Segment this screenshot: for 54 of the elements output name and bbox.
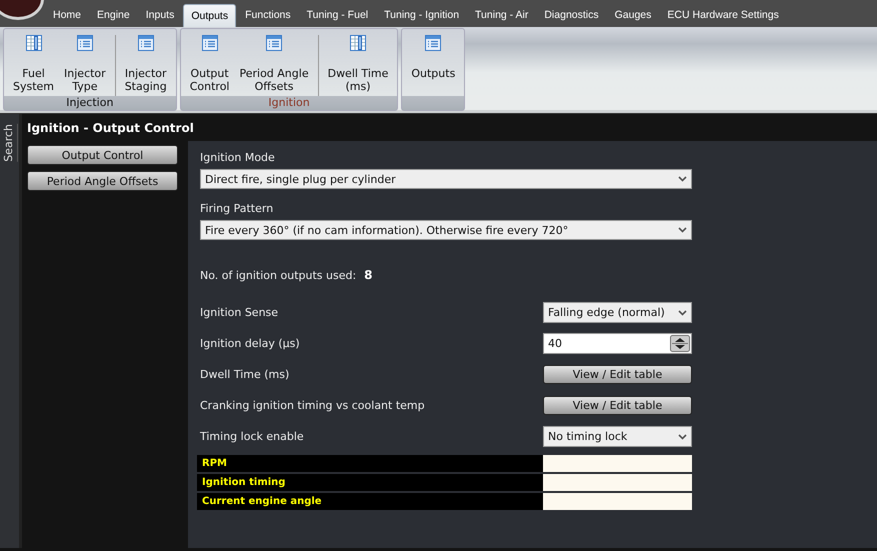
ribbon-button[interactable]: Fuel System bbox=[8, 35, 60, 96]
monitor-label: Ignition timing bbox=[197, 474, 543, 491]
number-field[interactable]: 40 bbox=[543, 333, 692, 354]
field-label: No. of ignition outputs used: bbox=[200, 268, 356, 282]
output-count: 8 bbox=[364, 268, 373, 282]
monitor-label: RPM bbox=[197, 455, 543, 472]
menu-tab[interactable]: Functions bbox=[238, 3, 298, 27]
chevron-icon bbox=[678, 434, 687, 440]
dropdown[interactable]: Falling edge (normal) bbox=[543, 302, 692, 323]
page-title: Ignition - Output Control bbox=[26, 120, 195, 137]
menu-tab[interactable]: Tuning - Air bbox=[468, 3, 536, 27]
menu-tab[interactable]: Inputs bbox=[138, 3, 182, 27]
nav-button[interactable]: Period Angle Offsets bbox=[27, 171, 178, 191]
chevron-icon bbox=[678, 176, 687, 182]
monitor-label: Current engine angle bbox=[197, 493, 543, 510]
chevron-icon bbox=[678, 310, 687, 316]
ribbon-button[interactable]: Output Control bbox=[184, 35, 234, 96]
group-label: Ignition bbox=[180, 96, 398, 110]
search-tab[interactable]: Search bbox=[2, 124, 18, 162]
field-label: Ignition Mode bbox=[200, 151, 276, 164]
field-label: Timing lock enable bbox=[200, 430, 304, 443]
field-label: Ignition Sense bbox=[200, 306, 278, 319]
field-label: Firing Pattern bbox=[200, 202, 274, 215]
ribbon-button[interactable]: Period Angle Offsets bbox=[234, 35, 314, 96]
menu-tab[interactable]: Tuning - Ignition bbox=[377, 3, 466, 27]
list-icon bbox=[76, 35, 93, 51]
spinner-icon bbox=[670, 335, 690, 352]
menu-tab[interactable]: Tuning - Fuel bbox=[300, 3, 376, 27]
field-label: Dwell Time (ms) bbox=[200, 368, 290, 381]
menu-tab[interactable]: ECU Hardware Settings bbox=[660, 3, 786, 27]
list-icon bbox=[425, 35, 442, 51]
menu-tab[interactable]: Engine bbox=[90, 3, 137, 27]
list-icon bbox=[138, 35, 154, 51]
table-icon bbox=[26, 35, 42, 51]
menu-tab[interactable]: Outputs bbox=[183, 4, 236, 27]
list-icon bbox=[266, 35, 282, 51]
field-label: Cranking ignition timing vs coolant temp bbox=[200, 399, 425, 412]
dropdown[interactable]: No timing lock bbox=[543, 426, 692, 447]
field-label: Ignition delay (µs) bbox=[200, 337, 300, 350]
view-edit-table-button[interactable]: View / Edit table bbox=[543, 396, 692, 415]
chevron-icon bbox=[678, 227, 687, 233]
list-icon bbox=[202, 35, 218, 51]
menu-tab[interactable]: Home bbox=[46, 3, 88, 27]
dropdown[interactable]: Fire every 360° (if no cam information). Otherwise fire every 720° bbox=[200, 220, 692, 240]
dropdown[interactable]: Direct fire, single plug per cylinder bbox=[200, 169, 692, 189]
menu-tab[interactable]: Diagnostics bbox=[537, 3, 606, 27]
group-label: Injection bbox=[4, 96, 176, 110]
ribbon-button[interactable]: Outputs bbox=[406, 35, 460, 96]
view-edit-table-button[interactable]: View / Edit table bbox=[543, 365, 692, 384]
table-icon bbox=[350, 35, 366, 51]
menu-tab[interactable]: Gauges bbox=[608, 3, 658, 27]
ribbon-button[interactable]: Injector Type bbox=[59, 35, 111, 96]
group-label-bar bbox=[402, 96, 464, 110]
nav-button[interactable]: Output Control bbox=[27, 145, 178, 165]
